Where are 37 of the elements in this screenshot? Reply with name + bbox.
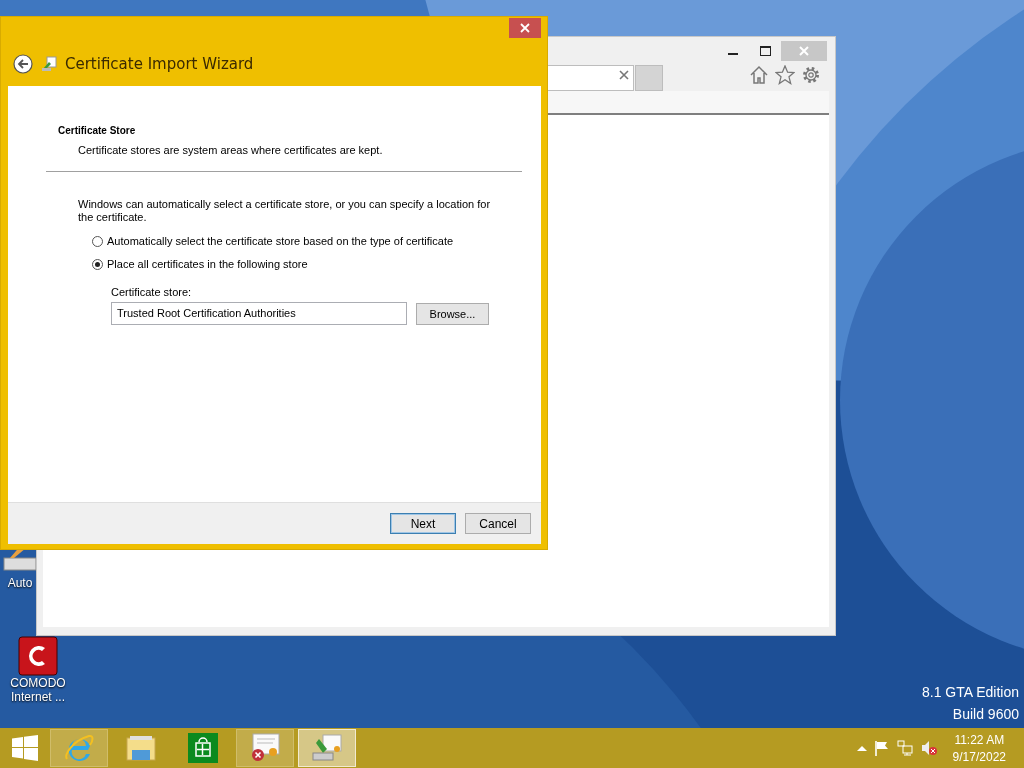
browse-button[interactable]: Browse... — [416, 303, 489, 325]
store-icon — [188, 733, 218, 763]
instruction-text: Windows can automatically select a certificate store, or you can specify a location for the certificate. — [78, 198, 492, 224]
close-button[interactable] — [509, 18, 541, 38]
comodo-icon — [18, 636, 58, 676]
cancel-button[interactable]: Cancel — [465, 513, 531, 534]
section-title: Certificate Store — [58, 125, 137, 136]
windows-logo-icon[interactable] — [12, 735, 38, 761]
favorites-icon[interactable] — [775, 65, 795, 85]
certificate-error-icon — [249, 733, 281, 763]
certificate-store-field[interactable]: Trusted Root Certification Authorities — [111, 301, 407, 325]
desktop-icon-label[interactable]: Auto — [7, 576, 33, 590]
maximize-icon[interactable] — [759, 46, 771, 56]
back-icon[interactable] — [13, 54, 33, 74]
folder-icon — [126, 734, 156, 762]
radio-button[interactable] — [92, 235, 103, 247]
section-description: Certificate stores are system areas where certificates are kept. — [78, 144, 384, 156]
close-icon[interactable] — [619, 70, 629, 80]
taskbar-app[interactable] — [236, 729, 294, 767]
field-label: Certificate store: — [111, 286, 193, 298]
radio-button[interactable] — [92, 258, 103, 270]
flag-icon[interactable] — [874, 740, 889, 756]
radio-label[interactable]: Place all certificates in the following store — [107, 258, 308, 270]
build-text: Build 9600 — [952, 706, 1019, 722]
certificate-install-icon — [311, 733, 343, 763]
network-icon[interactable] — [896, 740, 913, 756]
next-button[interactable]: Next — [390, 513, 456, 534]
desktop-icon-label[interactable]: COMODO Internet ... — [6, 676, 70, 704]
certificate-icon — [41, 56, 57, 72]
show-hidden-icons-icon[interactable] — [856, 745, 867, 751]
settings-icon[interactable] — [801, 65, 821, 85]
radio-label[interactable]: Automatically select the certificate store based on the type of certificate — [107, 235, 454, 247]
window-title: Certificate Import Wizard — [65, 55, 254, 73]
home-icon[interactable] — [749, 65, 769, 85]
browser-icon — [64, 733, 94, 763]
edition-text: 8.1 GTA Edition — [922, 684, 1019, 700]
muted-speaker-icon[interactable] — [920, 740, 937, 756]
